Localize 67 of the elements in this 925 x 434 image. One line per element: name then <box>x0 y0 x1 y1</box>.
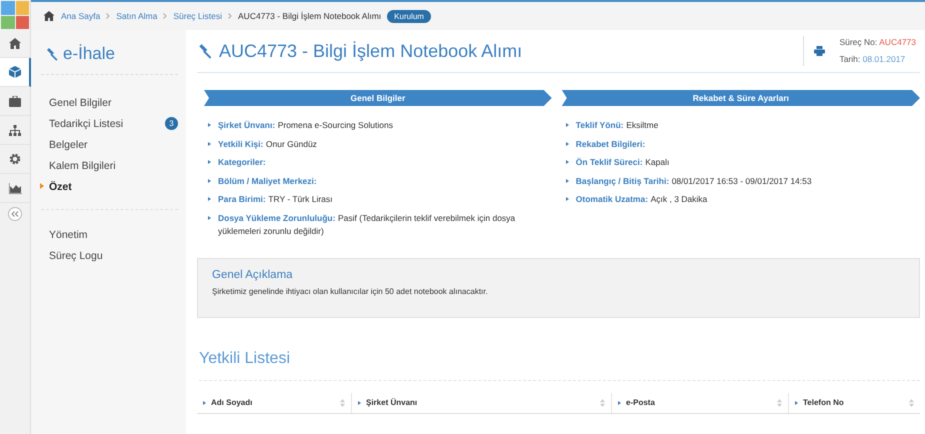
sidebar-item[interactable]: Süreç Logu <box>49 245 178 266</box>
breadcrumb-separator-icon <box>163 11 168 21</box>
bullet-icon <box>208 197 211 201</box>
section-header: Rekabet & Süre Ayarları <box>562 90 920 106</box>
breadcrumb-separator-icon <box>228 11 232 21</box>
collapse-icon[interactable] <box>8 207 22 221</box>
breadcrumb-link[interactable]: Ana Sayfa <box>61 11 100 21</box>
bullet-icon <box>566 178 569 182</box>
breadcrumb-separator-icon <box>106 11 110 21</box>
bullet-icon <box>208 160 211 164</box>
area-chart-icon <box>8 182 22 194</box>
bullet-icon <box>566 123 569 127</box>
info-field: Para Birimi: TRY - Türk Lirası <box>218 193 333 206</box>
home-icon <box>43 11 55 21</box>
description-text: Şirketimiz genelinde ihtiyacı olan kullanıcılar için 50 adet notebook alınacaktır. <box>212 286 489 296</box>
rail-cube-button[interactable] <box>0 58 31 87</box>
column-header[interactable]: Telefon No <box>789 392 920 412</box>
column-header[interactable]: Adı Soyadı <box>197 392 352 412</box>
info-field: Dosya Yükleme Zorunluluğu: Pasif (Tedarikçilerin teklif verebilmek için dosya yüklemeleri zorunlu değildir) <box>218 212 552 238</box>
process-number-label: Süreç No: <box>839 37 878 47</box>
info-field: Teklif Yönü: Eksiltme <box>576 119 658 132</box>
bullet-icon <box>208 123 211 127</box>
bullet-icon <box>208 178 211 182</box>
date-label: Tarih: <box>839 54 860 64</box>
info-field: Kategoriler: <box>218 156 268 169</box>
gavel-icon <box>45 47 59 61</box>
home-icon <box>9 38 21 48</box>
column-header[interactable]: e-Posta <box>612 392 789 412</box>
sidebar-title: e-İhale <box>63 44 115 64</box>
description-title: Genel Açıklama <box>212 268 294 280</box>
sidebar-item[interactable]: Kalem Bilgileri <box>49 155 178 176</box>
breadcrumb-link[interactable]: Süreç Listesi <box>173 11 222 21</box>
sidebar-item[interactable]: Tedarikçi Listesi 3 <box>49 113 178 134</box>
info-field: Ön Teklif Süreci: Kapalı <box>576 156 670 169</box>
briefcase-icon <box>9 96 21 106</box>
bullet-icon <box>566 197 569 201</box>
bullet-icon <box>566 142 569 146</box>
sidebar-item[interactable]: Yönetim <box>49 224 178 245</box>
count-badge: 3 <box>165 117 178 130</box>
bullet-icon <box>208 142 211 146</box>
cube-icon <box>8 66 20 78</box>
info-field: Rekabet Bilgileri: <box>576 138 648 150</box>
sidebar-item[interactable]: Özet <box>49 176 178 197</box>
breadcrumb-current: AUC4773 - Bilgi İşlem Notebook Alımı <box>238 11 382 21</box>
gear-icon <box>9 153 21 165</box>
sidebar-item[interactable]: Genel Bilgiler <box>49 92 178 113</box>
breadcrumb-link[interactable]: Satın Alma <box>116 11 158 21</box>
section-header: Genel Bilgiler <box>204 90 552 106</box>
page-title: AUC4773 - Bilgi İşlem Notebook Alımı <box>219 40 524 62</box>
process-number: AUC4773 <box>879 37 916 47</box>
logo-icon <box>1 1 29 29</box>
info-field: Otomatik Uzatma: Açık , 3 Dakika <box>576 193 708 206</box>
info-field: Şirket Ünvanı: Promena e-Sourcing Solutions <box>218 119 393 132</box>
status-badge: Kurulum <box>387 10 431 22</box>
column-header[interactable]: Şirket Ünvanı <box>352 392 612 412</box>
info-field: Bölüm / Maliyet Merkezi: <box>218 174 320 188</box>
bullet-icon <box>566 160 569 164</box>
print-icon[interactable] <box>814 46 826 56</box>
bullet-icon <box>208 216 211 220</box>
caret-icon <box>40 183 44 189</box>
info-field: Başlangıç / Bitiş Tarihi: 08/01/2017 16:53 - 09/01/2017 14:53 <box>576 174 812 188</box>
gavel-icon <box>197 43 213 59</box>
sitemap-icon <box>9 124 21 136</box>
section-title: Yetkili Listesi <box>199 350 920 380</box>
sidebar-item[interactable]: Belgeler <box>49 134 178 155</box>
date-value: 08.01.2017 <box>862 54 906 64</box>
info-field: Yetkili Kişi: Onur Gündüz <box>218 138 317 150</box>
